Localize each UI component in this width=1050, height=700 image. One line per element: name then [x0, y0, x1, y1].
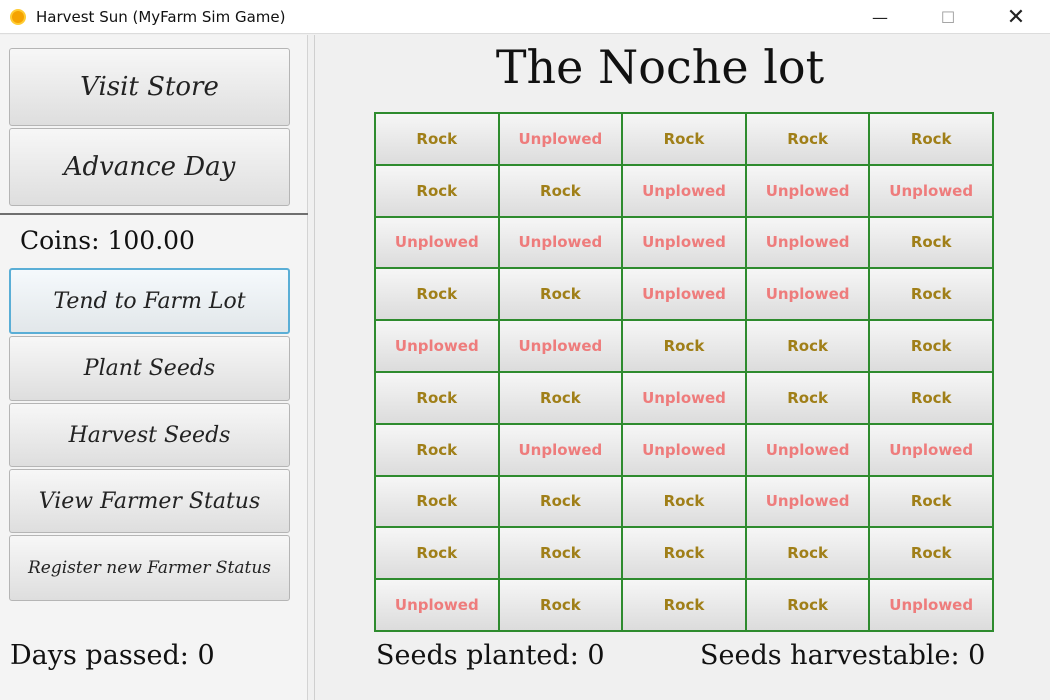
- seeds-planted-label: Seeds planted: 0: [376, 640, 605, 671]
- farm-tile[interactable]: Rock: [623, 528, 745, 579]
- farm-tile[interactable]: Rock: [376, 528, 498, 579]
- seeds-harvestable-label: Seeds harvestable: 0: [700, 640, 986, 671]
- farm-tile[interactable]: Rock: [746, 114, 869, 164]
- farm-tile[interactable]: Rock: [376, 424, 498, 475]
- farm-tile[interactable]: Unplowed: [623, 269, 745, 320]
- farm-tile[interactable]: Rock: [870, 269, 992, 320]
- farm-tile[interactable]: Unplowed: [623, 424, 745, 475]
- farm-tile[interactable]: Rock: [499, 372, 622, 423]
- advance-day-button[interactable]: Advance Day: [9, 128, 290, 206]
- farm-tile[interactable]: Rock: [623, 321, 745, 371]
- farm-tile[interactable]: Unplowed: [376, 580, 498, 630]
- window-controls: — ☐ ✕: [846, 0, 1050, 34]
- farm-tile[interactable]: Rock: [746, 580, 869, 630]
- farm-tile[interactable]: Unplowed: [746, 165, 869, 216]
- farm-tile[interactable]: Unplowed: [746, 476, 869, 527]
- lot-title: The Noche lot: [495, 40, 825, 94]
- farm-tile[interactable]: Rock: [870, 476, 992, 527]
- maximize-button[interactable]: ☐: [914, 0, 982, 34]
- farm-tile[interactable]: Unplowed: [870, 165, 992, 216]
- farm-tile[interactable]: Rock: [499, 476, 622, 527]
- farm-tile[interactable]: Rock: [376, 476, 498, 527]
- farm-tile[interactable]: Unplowed: [499, 114, 622, 164]
- sun-icon: [8, 7, 28, 27]
- plant-seeds-button[interactable]: Plant Seeds: [9, 336, 290, 401]
- farm-tile[interactable]: Unplowed: [746, 424, 869, 475]
- farm-lot-grid: Rock Unplowed Rock Rock Rock Rock Rock Unplowed…: [374, 112, 994, 632]
- farm-tile[interactable]: Unplowed: [499, 424, 622, 475]
- farm-tile[interactable]: Rock: [870, 114, 992, 164]
- close-button[interactable]: ✕: [982, 0, 1050, 34]
- harvest-seeds-button[interactable]: Harvest Seeds: [9, 403, 290, 467]
- farm-tile[interactable]: Rock: [623, 476, 745, 527]
- section-divider: [0, 213, 308, 215]
- farm-tile[interactable]: Rock: [870, 321, 992, 371]
- farm-tile[interactable]: Rock: [746, 321, 869, 371]
- farm-tile[interactable]: Unplowed: [870, 424, 992, 475]
- minimize-button[interactable]: —: [846, 0, 914, 34]
- farm-tile[interactable]: Rock: [870, 217, 992, 268]
- farm-tile[interactable]: Unplowed: [746, 217, 869, 268]
- farm-tile[interactable]: Unplowed: [870, 580, 992, 630]
- farm-tile[interactable]: Rock: [376, 114, 498, 164]
- window-title: Harvest Sun (MyFarm Sim Game): [36, 7, 286, 26]
- farm-tile[interactable]: Rock: [499, 528, 622, 579]
- farm-tile[interactable]: Rock: [376, 269, 498, 320]
- farm-tile[interactable]: Unplowed: [376, 321, 498, 371]
- farm-tile[interactable]: Rock: [870, 528, 992, 579]
- sidebar-divider: [314, 35, 315, 700]
- farm-tile[interactable]: Rock: [376, 165, 498, 216]
- farm-tile[interactable]: Rock: [870, 372, 992, 423]
- farm-tile[interactable]: Rock: [623, 114, 745, 164]
- farm-tile[interactable]: Unplowed: [376, 217, 498, 268]
- farm-tile[interactable]: Unplowed: [499, 321, 622, 371]
- coins-label: Coins: 100.00: [20, 226, 195, 255]
- tend-farm-lot-button[interactable]: Tend to Farm Lot: [9, 268, 290, 334]
- farm-tile[interactable]: Rock: [623, 580, 745, 630]
- days-passed-label: Days passed: 0: [10, 640, 215, 671]
- register-farmer-status-button[interactable]: Register new Farmer Status: [9, 535, 290, 601]
- farm-tile[interactable]: Unplowed: [623, 217, 745, 268]
- farm-tile[interactable]: Rock: [499, 580, 622, 630]
- visit-store-button[interactable]: Visit Store: [9, 48, 290, 126]
- farm-tile[interactable]: Rock: [499, 269, 622, 320]
- farm-tile[interactable]: Unplowed: [623, 165, 745, 216]
- farm-tile[interactable]: Unplowed: [623, 372, 745, 423]
- view-farmer-status-button[interactable]: View Farmer Status: [9, 469, 290, 533]
- farm-tile[interactable]: Unplowed: [499, 217, 622, 268]
- farm-tile[interactable]: Rock: [746, 372, 869, 423]
- farm-tile[interactable]: Rock: [376, 372, 498, 423]
- title-bar: Harvest Sun (MyFarm Sim Game) — ☐ ✕: [0, 0, 1050, 34]
- farm-tile[interactable]: Rock: [746, 528, 869, 579]
- farm-tile[interactable]: Unplowed: [746, 269, 869, 320]
- farm-tile[interactable]: Rock: [499, 165, 622, 216]
